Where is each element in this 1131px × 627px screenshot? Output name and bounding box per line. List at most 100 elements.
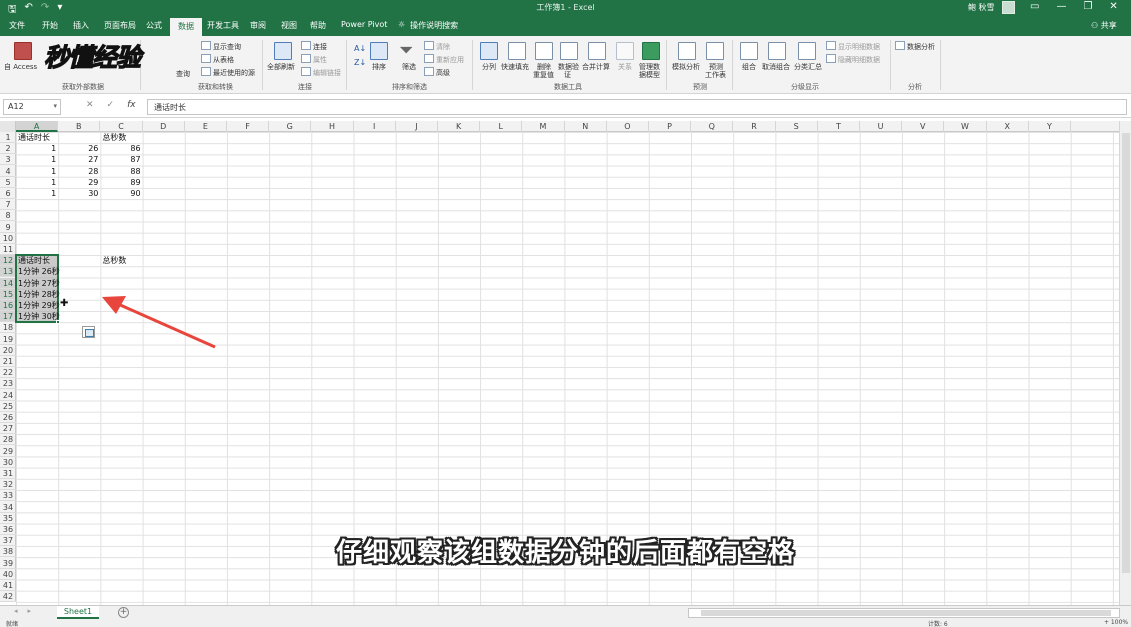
formula-input[interactable]: 通话时长 (147, 99, 1127, 115)
row-header-1[interactable]: 1 (0, 132, 16, 143)
row-header-34[interactable]: 34 (0, 502, 16, 513)
row-header-7[interactable]: 7 (0, 199, 16, 211)
cell-a17[interactable]: 1分钟 30秒 (16, 311, 60, 322)
group-button[interactable]: 组合 (742, 62, 756, 72)
minimize-icon[interactable]: — (1056, 1, 1066, 12)
sort-button[interactable]: 排序 (372, 62, 386, 72)
connections-button[interactable]: 连接 (301, 41, 327, 52)
row-header-23[interactable]: 23 (0, 378, 16, 390)
row-header-6[interactable]: 6 (0, 188, 16, 199)
data-validation-icon[interactable] (560, 42, 578, 60)
manage-data-model-icon[interactable] (642, 42, 660, 60)
cell-c12[interactable]: 总秒数 (100, 255, 142, 266)
column-header-t[interactable]: T (818, 121, 860, 132)
ribbon-display-icon[interactable]: ▭ (1030, 1, 1039, 12)
sort-za-icon[interactable]: Z↓ (354, 58, 366, 67)
add-sheet-icon[interactable]: + (118, 607, 129, 618)
row-header-15[interactable]: 15 (0, 288, 16, 300)
cell-c3[interactable]: 87 (100, 154, 142, 165)
cell-a4[interactable]: 1 (16, 166, 58, 177)
row-header-32[interactable]: 32 (0, 479, 16, 491)
tab-data[interactable]: 数据 (170, 18, 202, 36)
avatar[interactable] (1002, 1, 1015, 14)
row-header-22[interactable]: 22 (0, 367, 16, 379)
flash-fill-button[interactable]: 快速填充 (501, 62, 529, 72)
ungroup-button[interactable]: 取消组合 (762, 62, 790, 72)
horizontal-scrollbar[interactable] (688, 608, 1120, 618)
column-header-k[interactable]: K (438, 121, 481, 132)
column-header-r[interactable]: R (733, 121, 776, 132)
tab-power-pivot[interactable]: Power Pivot (341, 20, 387, 29)
cell-b3[interactable]: 27 (58, 154, 100, 165)
consolidate-button[interactable]: 合并计算 (582, 62, 610, 72)
row-header-33[interactable]: 33 (0, 490, 16, 502)
tab-review[interactable]: 审阅 (250, 20, 266, 31)
row-header-3[interactable]: 3 (0, 154, 16, 166)
tell-me-search[interactable]: ☼ 操作说明搜索 (398, 20, 458, 31)
from-table-button[interactable]: 从表格 (201, 54, 234, 65)
column-header-b[interactable]: B (58, 121, 101, 132)
subtotal-icon[interactable] (798, 42, 816, 60)
column-header-p[interactable]: P (649, 121, 692, 132)
filter-icon[interactable]: ⏷ (399, 40, 413, 61)
from-access-button[interactable]: 自 Access (4, 62, 37, 72)
row-header-2[interactable]: 2 (0, 143, 16, 155)
group-icon[interactable] (740, 42, 758, 60)
sheet-prev-icon[interactable]: ◂ (14, 607, 18, 615)
sheet-tab-sheet1[interactable]: Sheet1 (57, 606, 99, 619)
row-header-16[interactable]: 16 (0, 300, 16, 311)
column-header-d[interactable]: D (143, 121, 185, 132)
row-header-31[interactable]: 31 (0, 468, 16, 479)
row-header-35[interactable]: 35 (0, 513, 16, 524)
sort-icon[interactable] (370, 42, 388, 60)
tab-view[interactable]: 视图 (281, 20, 297, 31)
row-header-27[interactable]: 27 (0, 423, 16, 435)
column-header-s[interactable]: S (776, 121, 818, 132)
column-header-m[interactable]: M (522, 121, 565, 132)
ungroup-icon[interactable] (768, 42, 786, 60)
column-header-y[interactable]: Y (1029, 121, 1071, 132)
enter-icon[interactable]: ✓ (107, 100, 115, 110)
cell-c1[interactable]: 总秒数 (100, 132, 142, 143)
cell-a12[interactable]: 通话时长 (16, 255, 58, 266)
column-header-e[interactable]: E (185, 121, 227, 132)
close-icon[interactable]: ✕ (1109, 1, 1117, 12)
row-header-30[interactable]: 30 (0, 457, 16, 468)
text-to-columns-icon[interactable] (480, 42, 498, 60)
row-header-9[interactable]: 9 (0, 222, 16, 233)
flash-fill-icon[interactable] (508, 42, 526, 60)
row-header-12[interactable]: 12 (0, 255, 16, 267)
data-analysis-button[interactable]: 数据分析 (895, 41, 935, 52)
column-header-a[interactable]: A (16, 121, 59, 132)
row-header-28[interactable]: 28 (0, 434, 16, 446)
row-header-5[interactable]: 5 (0, 177, 16, 188)
row-header-24[interactable]: 24 (0, 390, 16, 401)
tab-home[interactable]: 开始 (42, 20, 58, 31)
cell-a5[interactable]: 1 (16, 177, 58, 188)
select-all-corner[interactable] (0, 121, 16, 132)
column-header-g[interactable]: G (269, 121, 312, 132)
cell-b4[interactable]: 28 (58, 166, 100, 177)
cell-a15[interactable]: 1分钟 28秒 (16, 289, 60, 300)
column-header-v[interactable]: V (902, 121, 945, 132)
cell-a1[interactable]: 通话时长 (16, 132, 58, 143)
vertical-scrollbar[interactable] (1119, 121, 1131, 605)
show-query-button[interactable]: 显示查询 (201, 41, 241, 52)
text-to-columns-button[interactable]: 分列 (482, 62, 496, 72)
column-header-u[interactable]: U (860, 121, 903, 132)
insert-function-icon[interactable]: fx (127, 100, 136, 110)
cell-a6[interactable]: 1 (16, 188, 58, 199)
column-header-n[interactable]: N (565, 121, 607, 132)
tab-file[interactable]: 文件 (9, 20, 25, 31)
cell-c4[interactable]: 88 (100, 166, 142, 177)
refresh-all-icon[interactable] (274, 42, 292, 60)
tab-insert[interactable]: 插入 (73, 20, 89, 31)
row-header-11[interactable]: 11 (0, 244, 16, 255)
consolidate-icon[interactable] (588, 42, 606, 60)
tab-page-layout[interactable]: 页面布局 (104, 20, 136, 31)
column-header-h[interactable]: H (311, 121, 354, 132)
vertical-scroll-thumb[interactable] (1122, 133, 1130, 573)
user-name[interactable]: 鲍 秋雪 (968, 2, 995, 13)
cell-a13[interactable]: 1分钟 26秒 (16, 266, 60, 277)
refresh-all-button[interactable]: 全部刷新 (267, 62, 295, 72)
